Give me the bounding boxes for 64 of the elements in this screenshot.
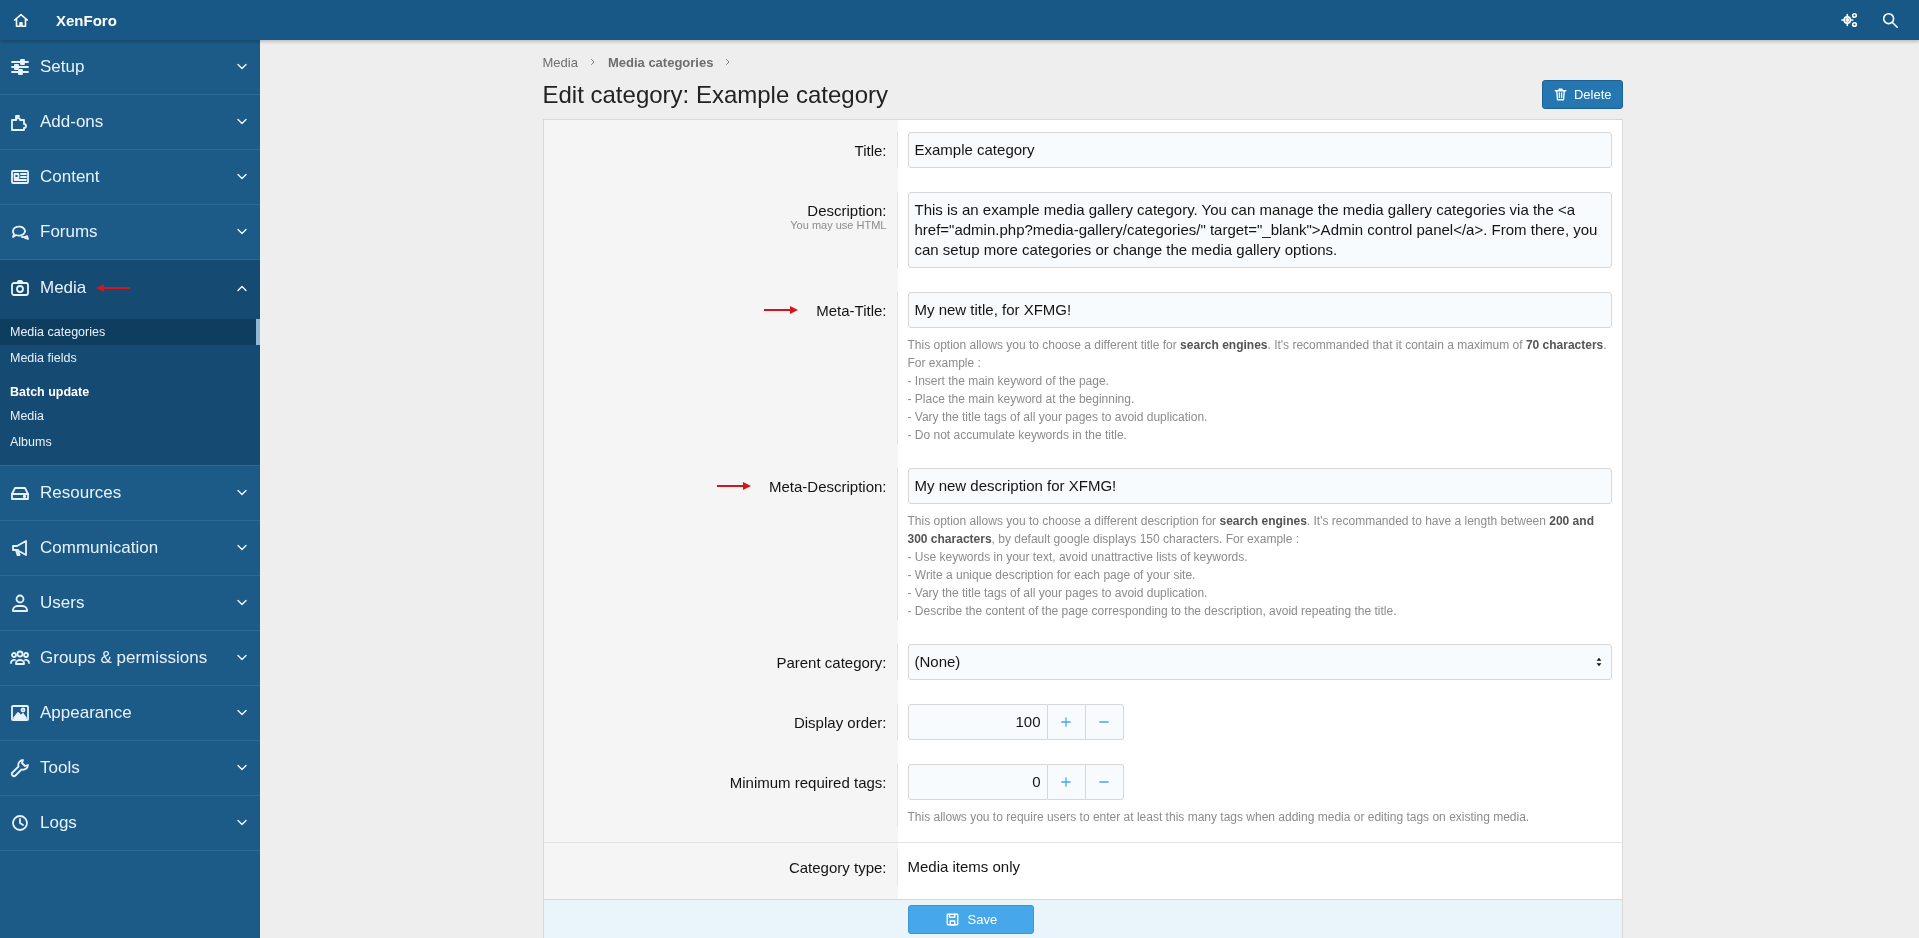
plus-icon [1059,775,1073,789]
field-label: Category type: [788,858,887,876]
field-label: Description: [807,201,887,219]
camera-icon [10,277,30,298]
field-label: Meta-Description: [768,477,887,495]
number-field[interactable]: 0 [907,764,1048,800]
search-icon [1881,11,1899,29]
sidebar-item[interactable]: Setup [0,40,260,95]
app-title: XenForo [56,11,117,29]
sidebar-heading: Batch update [9,384,91,401]
decrement-button[interactable] [1085,764,1124,800]
sliders-icon [10,57,30,77]
sidebar-item[interactable]: Appearance [0,686,260,741]
field-label: Parent category: [776,653,887,671]
sidebar-item[interactable]: Resources [0,466,260,521]
field-label: Minimum required tags: [729,773,887,791]
sidebar-link[interactable]: Albums [0,429,260,455]
gears-icon [1841,11,1859,29]
group-icon [10,648,30,668]
arrow-icon [96,283,131,292]
sidebar-item[interactable]: Media [0,260,260,315]
sidebar-item[interactable]: Groups & permissions [0,631,260,686]
field-explanation: This option allows you to choose a different description for search engines. It's recommanded to have a length between 200 and 300 characters, by default google displays 150 characters. For example : - Use keywords in your text, avoid unattractive lists of keywords. - Write a unique description for each page of your site. - Vary the title tags of all your pages to avoid duplication. - Describe the content of the page corresponding to the description, avoid repeating the title. [907,513,1595,620]
sidebar-item[interactable]: Communication [0,521,260,576]
sidebar-item[interactable]: Users [0,576,260,631]
field-label: Meta-Title: [816,301,887,319]
field-explanation: This allows you to require users to enter at least this many tags when adding media or editing tags on existing media. [907,809,1531,826]
image-icon [10,703,30,723]
clock-icon [10,813,30,833]
field-label: Display order: [793,713,887,731]
field-explanation: This option allows you to choose a different title for search engines. It's recommanded that it contain a maximum of 70 characters. For example : - Insert the main keyword of the page. - Place the main keyword at the beginning. - Vary the title tags of all your pages to avoid duplication. - Do not accumulate keywords in the title. [907,337,1608,444]
newspaper-icon [10,167,30,187]
sidebar-item[interactable]: Tools [0,741,260,796]
puzzle-icon [10,112,30,132]
select-field[interactable]: (None) [907,644,1612,680]
text-field[interactable]: Example category [907,132,1612,168]
number-field[interactable]: 100 [907,704,1048,740]
increment-button[interactable] [1047,764,1086,800]
decrement-button[interactable] [1085,704,1124,740]
sidebar-link[interactable]: Media categories [0,319,260,345]
trash-icon [1552,87,1568,102]
megaphone-icon [10,538,30,558]
arrow-icon [764,306,799,314]
wrench-icon [10,758,30,778]
field-value: Media items only [907,857,1022,877]
breadcrumb-link[interactable]: Media categories [607,54,714,70]
sidebar-item[interactable]: Content [0,150,260,205]
plus-icon [1059,715,1073,729]
home-icon [12,11,30,29]
increment-button[interactable] [1047,704,1086,740]
sidebar-link[interactable]: Media fields [0,345,260,371]
delete-button[interactable]: Delete [1541,80,1623,109]
field-label: Title: [854,141,887,159]
sidebar-link[interactable]: Media [0,403,260,429]
user-icon [10,593,30,613]
sidebar-item[interactable]: Logs [0,796,260,851]
arrow-icon [716,482,751,490]
breadcrumb-link[interactable]: Media [542,54,578,70]
sidebar-item[interactable]: Add-ons [0,95,260,150]
text-field[interactable]: My new description for XFMG! [907,468,1612,504]
text-field[interactable]: My new title, for XFMG! [907,292,1612,328]
field-hint: You may use HTML [790,219,887,231]
textarea-field[interactable]: This is an example media gallery category. You can manage the media gallery categories via the <a href="admin.php?media-gallery/categories/" target="_blank">Admin control panel</a>. From there, you can setup more categories or change the media gallery options. [907,192,1612,268]
page-title: Edit category: Example category [542,80,888,109]
